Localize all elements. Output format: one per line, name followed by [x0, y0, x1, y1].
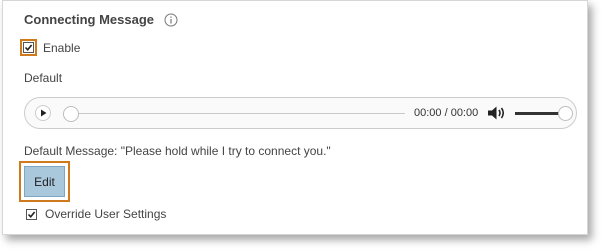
default-message-text: Default Message: "Please hold while I tr… [24, 144, 331, 158]
override-row: Override User Settings [26, 207, 166, 221]
edit-highlight: Edit [19, 161, 70, 202]
default-label: Default [24, 71, 63, 85]
section-title: Connecting Message [24, 12, 155, 27]
time-display: 00:00 / 00:00 [414, 107, 479, 119]
enable-label: Enable [43, 40, 81, 55]
enable-highlight [20, 39, 37, 56]
connecting-message-panel: Connecting Message Enable Default 00:00 … [2, 0, 588, 235]
volume-icon[interactable] [487, 105, 507, 121]
volume-track[interactable] [515, 112, 561, 115]
progress-thumb[interactable] [63, 106, 79, 122]
play-icon[interactable] [35, 105, 51, 121]
info-icon[interactable] [164, 13, 178, 27]
enable-checkbox[interactable] [23, 42, 34, 53]
canvas: Connecting Message Enable Default 00:00 … [0, 0, 604, 251]
edit-button[interactable]: Edit [24, 166, 65, 197]
volume-thumb[interactable] [558, 106, 573, 121]
override-label: Override User Settings [45, 207, 167, 221]
enable-row: Enable [20, 39, 80, 56]
checkmark-icon [27, 210, 36, 218]
progress-track[interactable] [65, 113, 405, 114]
section-header: Connecting Message [24, 12, 178, 27]
checkmark-icon [24, 44, 33, 52]
audio-player: 00:00 / 00:00 [24, 97, 577, 129]
override-checkbox[interactable] [26, 208, 37, 220]
